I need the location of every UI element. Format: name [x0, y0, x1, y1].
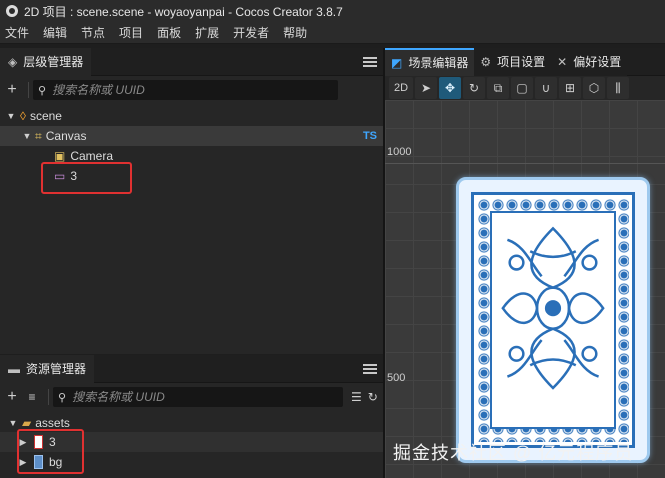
hierarchy-menu-icon[interactable] — [363, 56, 377, 67]
2d-toggle-button[interactable]: 2D — [389, 77, 413, 99]
assets-root-label: assets — [35, 416, 70, 430]
axis-label-500: 500 — [387, 372, 406, 384]
menu-developer[interactable]: 开发者 — [233, 24, 269, 41]
assets-panel: ▬ 资源管理器 + ≡ ☰ ↻ ▼ ▰ assets ▶ 3 ▶ bg — [0, 354, 383, 478]
scene-icon: ◊ — [20, 109, 26, 123]
move-tool-icon[interactable]: ✥ — [439, 77, 461, 99]
scale-tool-icon[interactable]: ⧉ — [487, 77, 509, 99]
collapse-icon[interactable]: ☰ — [351, 390, 362, 404]
tab-assets[interactable]: ▬ 资源管理器 — [0, 354, 95, 383]
assets-search — [53, 387, 343, 407]
tab-project-settings-label: 项目设置 — [497, 55, 546, 69]
highlight-box — [41, 162, 132, 194]
assets-search-input[interactable] — [72, 390, 342, 404]
select-tool-icon[interactable]: ➤ — [415, 77, 437, 99]
search-icon — [38, 84, 46, 97]
scene-tabs: ◩ 场景编辑器 ⚙ 项目设置 ✕ 偏好设置 — [385, 47, 665, 76]
card-sprite[interactable] — [456, 177, 650, 463]
menu-file[interactable]: 文件 — [5, 24, 29, 41]
menu-node[interactable]: 节点 — [81, 24, 105, 41]
rotate-tool-icon[interactable]: ↻ — [463, 77, 485, 99]
menu-panel[interactable]: 面板 — [157, 24, 181, 41]
cube-icon[interactable]: ⬡ — [583, 77, 605, 99]
tab-preferences[interactable]: ✕ 偏好设置 — [551, 47, 628, 76]
card-center-panel — [490, 211, 616, 429]
card-face — [471, 192, 635, 448]
camera-label: Camera — [70, 149, 114, 163]
assets-menu-icon[interactable] — [363, 363, 377, 374]
highlight-box — [17, 429, 84, 474]
scene-editor-icon: ◩ — [391, 55, 403, 70]
tools-icon: ✕ — [557, 54, 568, 69]
divider — [28, 82, 29, 98]
chevron-down-icon[interactable]: ▼ — [6, 111, 16, 121]
menu-extension[interactable]: 扩展 — [195, 24, 219, 41]
window-title: 2D 项目 : scene.scene - woyaoyanpai - Coco… — [24, 4, 343, 19]
cocos-app-icon — [6, 5, 18, 17]
tab-scene-editor-label: 场景编辑器 — [408, 56, 469, 70]
assets-toolbar: + ≡ ☰ ↻ — [0, 383, 383, 411]
title-bar: 2D 项目 : scene.scene - woyaoyanpai - Coco… — [0, 0, 665, 22]
search-icon — [58, 391, 66, 404]
tab-scene-editor[interactable]: ◩ 场景编辑器 — [385, 47, 475, 76]
refresh-icon[interactable]: ↻ — [368, 390, 378, 404]
canvas-label: Canvas — [45, 129, 87, 143]
scene-label: scene — [29, 109, 62, 123]
watermark-text: 掘金技术社区 @ 亿元程序员 — [393, 443, 634, 463]
add-node-icon[interactable]: + — [4, 81, 20, 99]
tree-node-canvas[interactable]: ▼ ⌗ Canvas TS — [0, 126, 383, 146]
chevron-down-icon[interactable]: ▼ — [8, 418, 18, 428]
folder-icon: ▬ — [8, 361, 20, 376]
align-icon[interactable]: ⫼ — [607, 77, 629, 99]
tab-preferences-label: 偏好设置 — [573, 55, 622, 69]
menu-help[interactable]: 帮助 — [283, 24, 307, 41]
hierarchy-search — [33, 80, 338, 100]
gear-icon: ⚙ — [480, 54, 492, 69]
hierarchy-toolbar: + — [0, 76, 383, 104]
grid-axis-line — [385, 163, 665, 164]
chevron-down-icon[interactable]: ▼ — [22, 131, 32, 141]
menu-bar: 文件 编辑 节点 项目 面板 扩展 开发者 帮助 — [0, 22, 665, 44]
sort-icon[interactable]: ≡ — [24, 390, 40, 404]
folder-icon: ▰ — [22, 416, 32, 430]
rect-tool-icon[interactable]: ▢ — [511, 77, 533, 99]
scene-toolbar: 2D ➤ ✥ ↻ ⧉ ▢ ∪ ⊞ ⬡ ⫼ — [385, 76, 665, 100]
ornament-graphic — [501, 226, 605, 390]
pivot-icon[interactable]: ⊞ — [559, 77, 581, 99]
assets-header: ▬ 资源管理器 — [0, 354, 383, 383]
menu-project[interactable]: 项目 — [119, 24, 143, 41]
snap-tool-icon[interactable]: ∪ — [535, 77, 557, 99]
tree-node-scene[interactable]: ▼ ◊ scene — [6, 106, 376, 126]
tab-project-settings[interactable]: ⚙ 项目设置 — [474, 47, 552, 76]
add-asset-icon[interactable]: + — [4, 388, 20, 406]
hierarchy-panel: ◈ 层级管理器 + ▼ ◊ scene ▼ ⌗ Canvas TS ▣ Came… — [0, 47, 383, 354]
canvas-node-icon: ⌗ — [35, 128, 42, 143]
tab-hierarchy[interactable]: ◈ 层级管理器 — [0, 47, 92, 76]
axis-label-1000: 1000 — [387, 146, 412, 158]
divider — [48, 389, 49, 405]
typescript-badge: TS — [362, 130, 377, 142]
layers-icon: ◈ — [8, 54, 18, 69]
tab-hierarchy-label: 层级管理器 — [23, 55, 84, 69]
menu-edit[interactable]: 编辑 — [43, 24, 67, 41]
camera-icon: ▣ — [54, 149, 66, 163]
hierarchy-search-input[interactable] — [52, 83, 337, 97]
hierarchy-header: ◈ 层级管理器 — [0, 47, 383, 76]
tab-assets-label: 资源管理器 — [26, 362, 87, 376]
